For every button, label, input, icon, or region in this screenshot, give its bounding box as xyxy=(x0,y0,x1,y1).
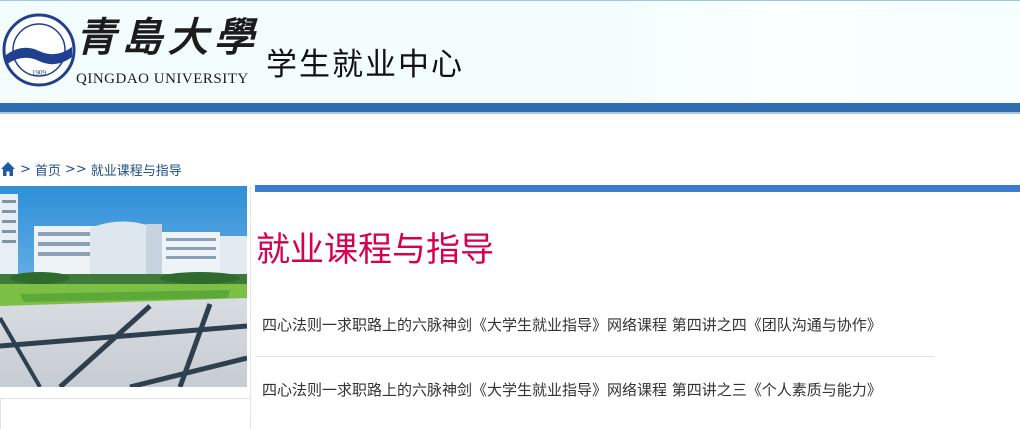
article-link[interactable]: 四心法则一求职路上的六脉神剑《大学生就业指导》网络课程 第四讲之四《团队沟通与协… xyxy=(255,300,934,357)
header-background xyxy=(620,1,1020,105)
breadcrumb-current[interactable]: 就业课程与指导 xyxy=(91,160,182,179)
header-accent-bar xyxy=(0,103,1020,112)
home-icon[interactable] xyxy=(0,161,16,177)
university-name-cn[interactable]: 青島大學 xyxy=(76,15,260,61)
seal-year: 1909 xyxy=(32,69,47,77)
article-list: 四心法则一求职路上的六脉神剑《大学生就业指导》网络课程 第四讲之四《团队沟通与协… xyxy=(255,300,1020,423)
breadcrumb-home-link[interactable]: 首页 xyxy=(35,160,61,179)
site-header: 1909 青島大學 QINGDAO UNIVERSITY 学生就业中心 xyxy=(0,0,1020,105)
breadcrumb-separator: > xyxy=(20,161,31,177)
content-accent-bar xyxy=(255,185,1020,192)
page-title: 就业课程与指导 xyxy=(256,230,494,270)
article-link[interactable]: 四心法则一求职路上的六脉神剑《大学生就业指导》网络课程 第四讲之三《个人素质与能… xyxy=(255,357,934,423)
university-seal-logo[interactable]: 1909 xyxy=(2,7,76,93)
campus-photo xyxy=(0,186,247,387)
site-title[interactable]: 学生就业中心 xyxy=(266,39,464,84)
column-divider xyxy=(250,186,251,418)
header-accent-shadow xyxy=(0,112,1020,114)
side-menu-panel xyxy=(0,398,251,429)
university-name-en[interactable]: QINGDAO UNIVERSITY xyxy=(76,71,249,88)
breadcrumb-separator: >> xyxy=(64,161,87,177)
breadcrumb: > 首页 >> 就业课程与指导 xyxy=(0,160,186,179)
